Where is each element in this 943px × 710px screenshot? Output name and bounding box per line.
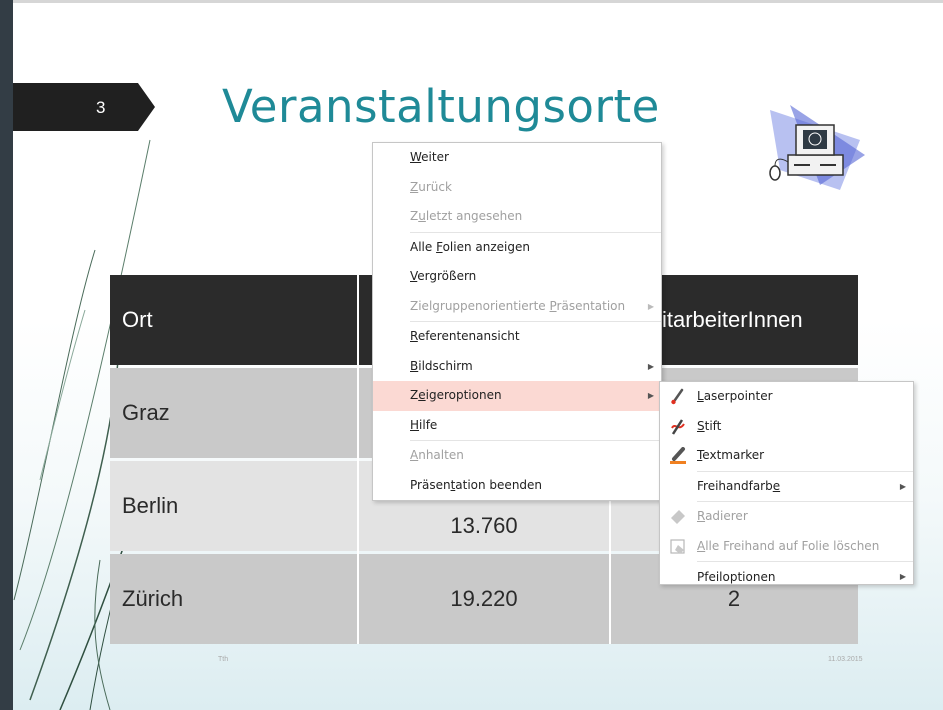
- table-cell-ort: Berlin: [110, 461, 358, 551]
- menu-item-bildschirm[interactable]: Bildschirm ▶: [373, 352, 661, 382]
- menu-label: tift: [704, 418, 722, 433]
- menu-label: olien anzeigen: [442, 239, 530, 254]
- menu-accel: e: [772, 478, 781, 493]
- submenu-item-textmarker[interactable]: Textmarker: [660, 441, 913, 471]
- menu-item-zielgruppenorientierte-praesentation[interactable]: Zielgruppenorientierte Präsentation ▶: [373, 292, 661, 322]
- menu-accel: A: [410, 448, 419, 462]
- cell-text: Zürich: [122, 586, 184, 611]
- menu-accel: B: [410, 358, 419, 373]
- menu-item-weiter[interactable]: Weiter: [373, 143, 661, 173]
- menu-label: räsentation: [556, 298, 626, 313]
- submenu-item-pfeiloptionen[interactable]: Pfeiloptionen ▶: [660, 562, 913, 584]
- menu-accel: A: [697, 538, 706, 553]
- submenu-arrow-icon: ▶: [899, 572, 906, 581]
- menu-label: lle Freihand auf Folie löschen: [705, 538, 880, 553]
- submenu-item-stift[interactable]: Stift: [660, 412, 913, 442]
- menu-label: Alle: [410, 239, 437, 254]
- menu-accel: H: [410, 417, 420, 432]
- slide-footer-date: 11.03.2015: [828, 656, 863, 663]
- header-label: itarbeiterInnen: [662, 307, 803, 332]
- table-cell-value: 19.220: [358, 554, 610, 644]
- submenu-arrow-icon: ▶: [647, 391, 654, 400]
- menu-label: eiter: [421, 150, 449, 164]
- slideshow-context-menu: Weiter Zurück Zuletzt angesehen Alle Fol…: [372, 142, 662, 501]
- menu-item-hilfe[interactable]: Hilfe: [373, 411, 661, 441]
- menu-label: Zielgruppenorientierte: [410, 298, 550, 313]
- eraser-icon: [671, 510, 685, 524]
- cell-text: Graz: [122, 400, 170, 425]
- menu-item-praesentation-beenden[interactable]: Präsentation beenden: [373, 471, 661, 501]
- erase-all-icon: [670, 538, 685, 554]
- slide-title: Veranstaltungsorte: [222, 80, 660, 133]
- menu-accel: u: [418, 209, 426, 223]
- submenu-arrow-icon: ▶: [899, 481, 906, 491]
- table-cell-ort: Zürich: [110, 554, 358, 644]
- menu-accel: P: [549, 298, 557, 313]
- cell-text: 2: [727, 586, 741, 611]
- slide-footer-text: Tth: [218, 656, 229, 663]
- menu-item-vergroessern[interactable]: Vergrößern: [373, 262, 661, 292]
- menu-item-anhalten[interactable]: Anhalten: [373, 441, 661, 471]
- header-label: Ort: [122, 307, 153, 332]
- menu-label: extmarker: [702, 448, 765, 462]
- slide-number-badge: [13, 83, 155, 131]
- menu-label: Z: [410, 388, 419, 402]
- menu-accel: R: [697, 509, 706, 523]
- cell-text: Berlin: [122, 493, 179, 518]
- submenu-item-freihandfarbe[interactable]: Freihandfarbe ▶: [660, 472, 913, 502]
- menu-item-alle-folien-anzeigen[interactable]: Alle Folien anzeigen: [373, 233, 661, 263]
- cell-text: 13.760: [450, 513, 518, 538]
- menu-item-zuletzt-angesehen[interactable]: Zuletzt angesehen: [373, 202, 661, 232]
- menu-accel: S: [697, 418, 705, 433]
- menu-label: eferentenansicht: [417, 329, 520, 343]
- table-header-ort: Ort: [110, 275, 358, 365]
- menu-label: Pfeiloptionen: [697, 570, 776, 584]
- column-divider: [357, 275, 359, 644]
- menu-accel: L: [697, 389, 704, 403]
- cell-text: 19.220: [450, 586, 518, 611]
- slide-number: 3: [96, 98, 106, 117]
- submenu-item-radierer[interactable]: Radierer: [660, 502, 913, 532]
- menu-item-zurueck[interactable]: Zurück: [373, 173, 661, 203]
- menu-item-referentenansicht[interactable]: Referentenansicht: [373, 322, 661, 352]
- submenu-item-alle-freihand-loeschen[interactable]: Alle Freihand auf Folie löschen: [660, 532, 913, 562]
- menu-label: aserpointer: [703, 389, 773, 403]
- menu-accel: R: [410, 329, 418, 343]
- menu-label: Präsen: [410, 477, 451, 492]
- menu-label: letzt angesehen: [425, 209, 523, 223]
- menu-label: ation beenden: [455, 477, 543, 492]
- menu-label: urück: [418, 179, 452, 194]
- submenu-item-laserpointer[interactable]: Laserpointer: [660, 382, 913, 412]
- menu-accel: Z: [410, 179, 419, 194]
- table-cell-ort: Graz: [110, 368, 358, 458]
- menu-label: ilfe: [419, 417, 438, 432]
- highlighter-icon: [670, 447, 686, 464]
- pointer-options-submenu: Laserpointer Stift Textmarker Freihandfa…: [659, 381, 914, 585]
- menu-label: igeroptionen: [425, 388, 502, 402]
- menu-item-zeigeroptionen[interactable]: Zeigeroptionen ▶: [373, 381, 661, 411]
- menu-accel: W: [410, 150, 422, 164]
- submenu-arrow-icon: ▶: [647, 361, 654, 371]
- menu-label: Freihandfarb: [697, 478, 773, 493]
- menu-label: nhalten: [418, 448, 464, 462]
- pen-icon: [671, 418, 685, 435]
- menu-label: ildschirm: [418, 358, 473, 373]
- menu-label: ergrößern: [417, 269, 477, 283]
- menu-label: Z: [410, 209, 419, 223]
- submenu-arrow-icon: ▶: [647, 301, 654, 311]
- menu-label: adierer: [705, 509, 748, 523]
- computer-clipart: [769, 105, 865, 190]
- laser-pointer-icon: [671, 388, 684, 405]
- menu-accel: e: [418, 388, 426, 402]
